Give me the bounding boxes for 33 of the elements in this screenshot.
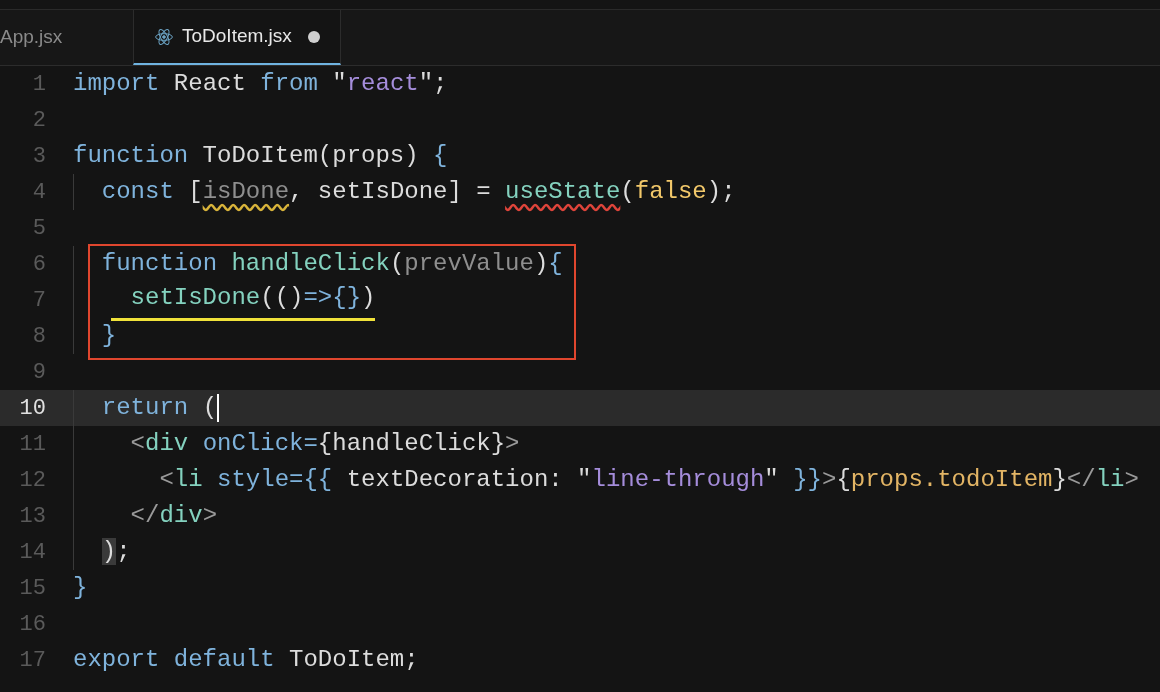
line-number: 12: [18, 466, 46, 495]
text-cursor: [217, 394, 220, 422]
code-line: return (: [100, 393, 220, 424]
line-number: 16: [18, 610, 46, 639]
code-line: );: [100, 537, 131, 567]
line-number: 6: [31, 250, 46, 279]
line-number: 7: [31, 286, 46, 315]
line-number: 14: [18, 538, 46, 567]
line-number: 9: [31, 358, 46, 387]
code-line: export default ToDoItem;: [73, 645, 419, 675]
line-number: 13: [18, 502, 46, 531]
code-line: setIsDone(()=>{}): [73, 279, 376, 321]
line-number: 5: [31, 214, 46, 243]
line-number: 17: [18, 646, 46, 675]
line-number: 11: [18, 430, 46, 459]
code-line: <li style={{ textDecoration: "line-through" }}>{props.todoItem}</li>: [158, 465, 1139, 495]
line-number: 3: [31, 142, 46, 171]
line-number: 10: [18, 394, 46, 423]
code-line: function handleClick(prevValue){: [100, 249, 563, 279]
code-line: </div>: [129, 501, 218, 531]
line-number: 2: [31, 106, 46, 135]
code-line: function ToDoItem(props) {: [73, 141, 448, 171]
code-line: }: [73, 573, 88, 603]
editor-tab[interactable]: ToDoItem.jsx: [133, 10, 341, 65]
line-number: 15: [18, 574, 46, 603]
code-line: import React from "react";: [73, 69, 448, 99]
editor-tab[interactable]: App.jsx: [0, 10, 133, 65]
code-line: }: [100, 321, 117, 351]
line-number: 4: [31, 178, 46, 207]
line-number: 1: [31, 70, 46, 99]
code-line: const [isDone, setIsDone] = useState(false);: [100, 177, 736, 207]
line-number: 8: [31, 322, 46, 351]
code-line: <div onClick={handleClick}>: [129, 429, 520, 459]
